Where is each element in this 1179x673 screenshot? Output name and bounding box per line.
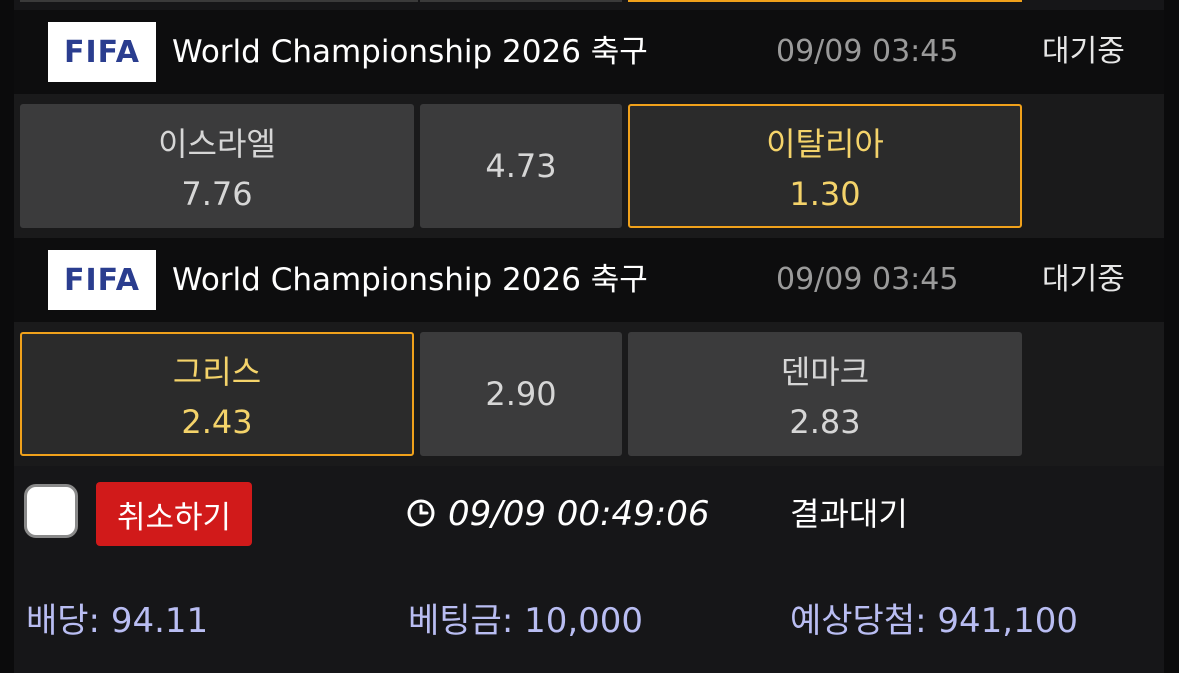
league-name: World Championship 2026 축구: [172, 34, 648, 70]
bet-time: 09/09 00:49:06: [448, 494, 710, 534]
away-team-name: 이탈리아: [766, 125, 884, 163]
cancel-bet-button[interactable]: 취소하기: [96, 482, 252, 546]
match-datetime: 09/09 03:45: [776, 262, 959, 297]
fifa-logo-text: FIFA: [64, 34, 140, 70]
bet-controls: 취소하기 09/09 00:49:06 결과대기: [14, 464, 1164, 564]
clock-icon: [407, 499, 435, 527]
home-team-name: 이스라엘: [158, 125, 276, 163]
away-odds-value: 1.30: [789, 175, 861, 213]
away-team-name: 덴마크: [780, 353, 870, 391]
previous-row-edge: [14, 0, 1164, 10]
match-datetime: 09/09 03:45: [776, 34, 959, 69]
home-odds-value: 2.43: [181, 403, 253, 441]
odds-row: 이스라엘 7.76 4.73 이탈리아 1.30: [14, 94, 1164, 238]
total-odds: 배당: 94.11: [26, 601, 209, 641]
odds-row: 그리스 2.43 2.90 덴마크 2.83: [14, 322, 1164, 466]
away-odds-button[interactable]: 이탈리아 1.30: [628, 104, 1022, 228]
league-name: World Championship 2026 축구: [172, 262, 648, 298]
match-status: 대기중: [1042, 34, 1125, 69]
match-header: FIFA World Championship 2026 축구 09/09 03…: [14, 238, 1164, 322]
select-bet-checkbox[interactable]: [24, 484, 78, 538]
home-odds-button[interactable]: 그리스 2.43: [20, 332, 414, 456]
away-odds-button[interactable]: 덴마크 2.83: [628, 332, 1022, 456]
fifa-logo-text: FIFA: [64, 262, 140, 298]
match-status: 대기중: [1042, 262, 1125, 297]
home-team-name: 그리스: [172, 353, 262, 391]
home-odds-value: 7.76: [181, 175, 253, 213]
away-odds-value: 2.83: [789, 403, 861, 441]
stake-amount: 베팅금: 10,000: [408, 601, 644, 641]
expected-winnings: 예상당첨: 941,100: [790, 601, 1078, 641]
result-status: 결과대기: [790, 495, 908, 533]
draw-odds-button[interactable]: 2.90: [420, 332, 622, 456]
draw-odds-value: 2.90: [485, 375, 557, 413]
fifa-logo: FIFA: [48, 250, 156, 310]
draw-odds-button[interactable]: 4.73: [420, 104, 622, 228]
draw-odds-value: 4.73: [485, 147, 557, 185]
match-header: FIFA World Championship 2026 축구 09/09 03…: [14, 10, 1164, 94]
home-odds-button[interactable]: 이스라엘 7.76: [20, 104, 414, 228]
fifa-logo: FIFA: [48, 22, 156, 82]
